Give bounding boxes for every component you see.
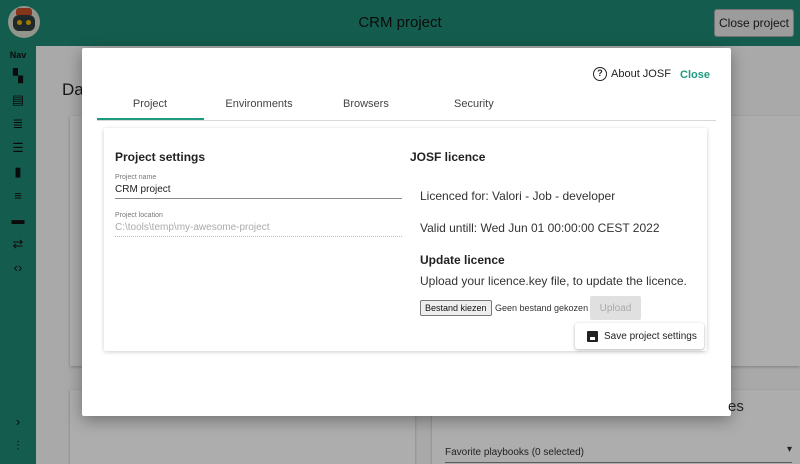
- about-label: About JOSF: [611, 68, 671, 80]
- project-location-label: Project location: [115, 212, 163, 219]
- active-tab-indicator: [97, 118, 204, 120]
- project-settings-panel: Project settings Project name Project lo…: [104, 128, 707, 351]
- no-file-chosen-text: Geen bestand gekozen: [495, 303, 589, 313]
- choose-file-button[interactable]: Bestand kiezen: [420, 300, 492, 316]
- upload-button[interactable]: Upload: [590, 296, 641, 320]
- licence-heading: JOSF licence: [410, 150, 486, 164]
- project-name-input[interactable]: [115, 184, 402, 199]
- help-icon: ?: [593, 67, 607, 81]
- project-location-input: [115, 222, 402, 237]
- licenced-for-text: Licenced for: Valori - Job - developer: [420, 189, 616, 203]
- tab-environments[interactable]: Environments: [225, 98, 293, 110]
- tab-browsers[interactable]: Browsers: [343, 98, 389, 110]
- tab-security[interactable]: Security: [454, 98, 494, 110]
- update-licence-text: Upload your licence.key file, to update …: [420, 274, 687, 288]
- project-settings-dialog: ? About JOSF Close Project Environments …: [82, 48, 731, 416]
- tab-project[interactable]: Project: [130, 98, 170, 110]
- about-josf-link[interactable]: ? About JOSF: [593, 67, 671, 81]
- project-name-label: Project name: [115, 174, 157, 181]
- dialog-close-button[interactable]: Close: [680, 69, 710, 81]
- save-project-settings-button[interactable]: Save project settings: [575, 323, 704, 349]
- valid-until-text: Valid untill: Wed Jun 01 00:00:00 CEST 2…: [420, 221, 660, 235]
- save-label: Save project settings: [604, 330, 697, 342]
- project-settings-heading: Project settings: [115, 150, 206, 164]
- card-title-fragment: es: [728, 398, 744, 415]
- update-licence-heading: Update licence: [420, 253, 505, 267]
- save-icon: [587, 330, 598, 342]
